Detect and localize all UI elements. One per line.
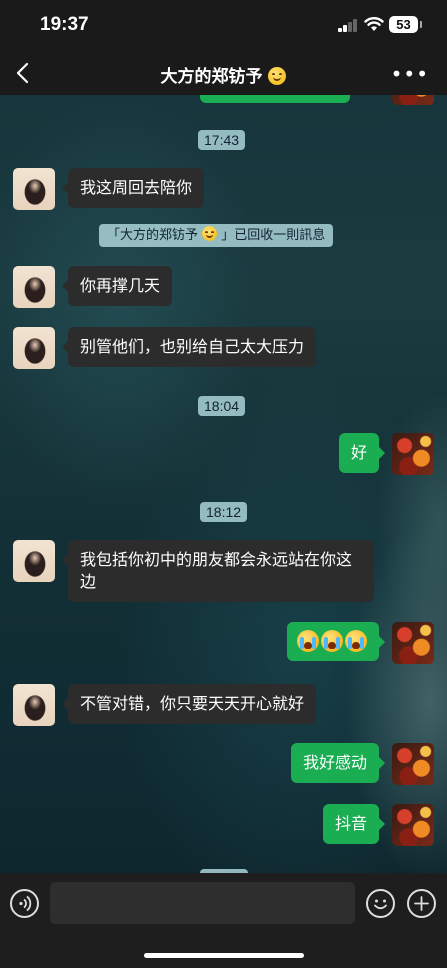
timestamp: 17:43	[198, 130, 246, 150]
message-input[interactable]	[50, 882, 355, 924]
avatar[interactable]	[13, 684, 55, 726]
timestamp: 18:04	[198, 396, 246, 416]
message-bubble-incoming[interactable]: 别管他们，也别给自己太大压力	[61, 327, 317, 367]
chat-title: 大方的郑钫予	[0, 62, 447, 87]
crying-face-emoji-icon	[345, 630, 367, 652]
message-bubble-incoming[interactable]: 你再撑几天	[61, 266, 173, 306]
avatar[interactable]	[392, 743, 434, 785]
message-bubble-outgoing[interactable]: 好	[338, 433, 386, 473]
home-indicator	[144, 953, 304, 958]
smiling-face-emoji-icon	[202, 226, 218, 241]
status-time: 19:37	[40, 14, 89, 35]
message-bubble-incoming[interactable]: 我包括你初中的朋友都会永远站在你这边	[62, 540, 374, 602]
recall-notice-text: 」已回收一則訊息	[221, 228, 326, 243]
timestamp: 18:12	[200, 502, 248, 522]
avatar[interactable]	[13, 540, 55, 582]
plus-icon[interactable]	[407, 889, 436, 918]
more-icon[interactable]: •••	[391, 62, 429, 86]
avatar[interactable]	[392, 804, 434, 846]
recall-notice: 「大方的郑钫予 」已回收一則訊息	[99, 224, 334, 247]
avatar[interactable]	[392, 622, 434, 664]
message-bubble-outgoing-partial[interactable]	[200, 95, 350, 103]
message-bubble-outgoing[interactable]: 我好感动	[290, 743, 386, 783]
avatar[interactable]	[13, 168, 55, 210]
emoji-icon[interactable]	[366, 889, 395, 918]
message-bubble-outgoing[interactable]: 抖音	[322, 804, 386, 844]
avatar[interactable]	[392, 95, 434, 105]
chat-header: 大方的郑钫予 •••	[0, 52, 447, 95]
message-bubble-incoming[interactable]: 我这周回去陪你	[61, 168, 205, 208]
avatar[interactable]	[13, 327, 55, 369]
recall-notice-name: 「大方的郑钫予	[107, 228, 199, 243]
wifi-icon	[364, 17, 384, 31]
avatar[interactable]	[392, 433, 434, 475]
crying-face-emoji-icon	[297, 630, 319, 652]
chat-title-text: 大方的郑钫予	[160, 67, 263, 87]
status-bar: 19:37 53	[0, 0, 447, 52]
crying-face-emoji-icon	[321, 630, 343, 652]
message-bubble-incoming[interactable]: 不管对错，你只要天天开心就好	[61, 684, 317, 724]
message-bubble-outgoing[interactable]	[287, 622, 385, 661]
smiling-face-emoji-icon	[268, 67, 287, 85]
avatar[interactable]	[13, 266, 55, 308]
voice-icon[interactable]	[10, 889, 39, 918]
chat-message-list[interactable]: 17:43 我这周回去陪你 「大方的郑钫予 」已回收一則訊息 你再撑几天 别管他…	[0, 95, 447, 873]
cellular-signal-icon	[338, 19, 358, 32]
battery-icon: 53	[389, 16, 422, 33]
